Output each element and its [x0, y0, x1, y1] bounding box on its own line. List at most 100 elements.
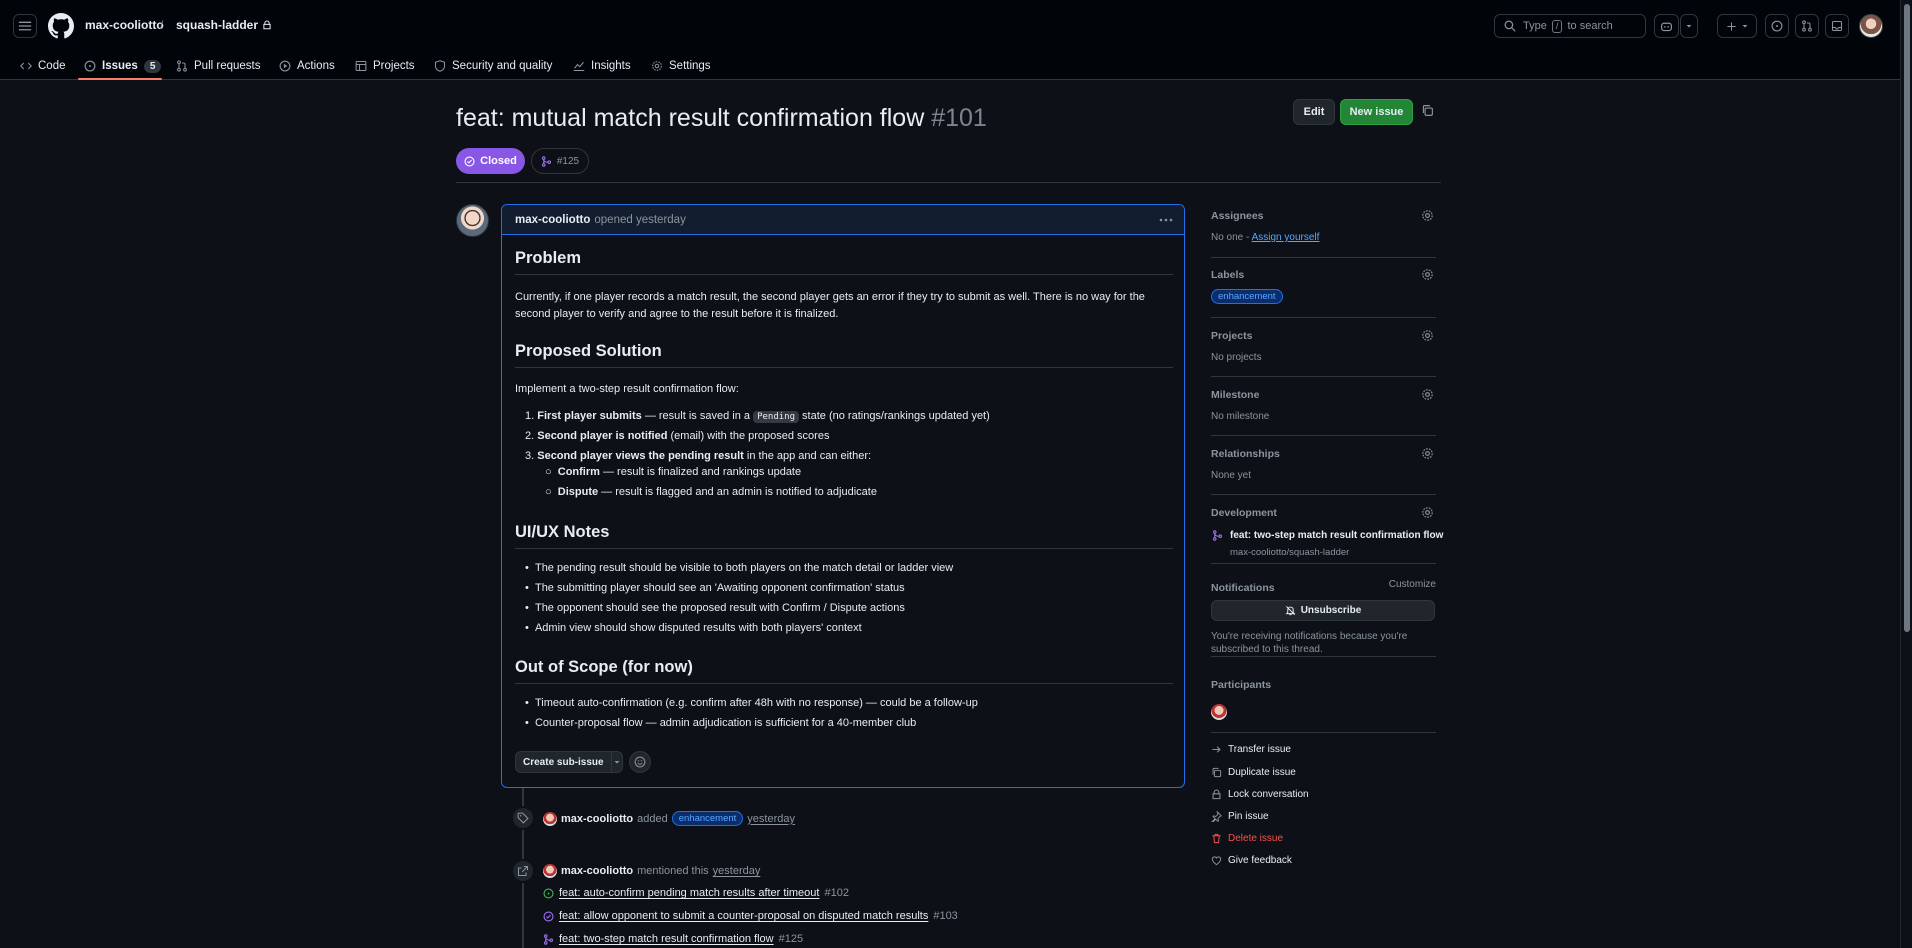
event-user[interactable]: max-cooliotto: [561, 865, 633, 877]
breadcrumb-repo[interactable]: squash-ladder: [176, 18, 272, 32]
copilot-menu-button[interactable]: [1680, 14, 1698, 38]
label-pill[interactable]: enhancement: [1211, 289, 1283, 304]
event-time[interactable]: yesterday: [747, 813, 795, 825]
new-issue-button[interactable]: New issue: [1340, 99, 1413, 125]
trash-icon: [1212, 833, 1221, 844]
menu-button[interactable]: [13, 14, 37, 38]
tab-actions[interactable]: Actions: [279, 52, 335, 80]
event-user[interactable]: max-cooliotto: [561, 813, 633, 825]
list-item-step-2: 2. Second player is notified (email) wit…: [525, 430, 830, 442]
sidebar-labels: Labels enhancement: [1211, 266, 1436, 318]
edit-button[interactable]: Edit: [1293, 99, 1335, 125]
avatar[interactable]: [543, 864, 557, 878]
author-avatar[interactable]: [456, 204, 489, 237]
list-item-step-1: 1. First player submits — result is save…: [525, 410, 990, 423]
git-merge-icon: [543, 933, 554, 945]
sidebar-participants: Participants: [1211, 666, 1436, 733]
development-pr-repo: max-cooliotto/squash-ladder: [1230, 547, 1350, 558]
tab-security[interactable]: Security and quality: [434, 52, 552, 80]
tab-issues-label: Issues: [102, 60, 138, 72]
tag-icon: [517, 812, 529, 824]
cross-reference-icon: [517, 865, 529, 877]
customize-link[interactable]: Customize: [1389, 579, 1436, 590]
git-merge-icon: [1212, 530, 1223, 541]
tab-projects[interactable]: Projects: [355, 52, 415, 80]
referenced-issue-102[interactable]: feat: auto-confirm pending match results…: [543, 887, 849, 899]
inbox-button[interactable]: [1825, 14, 1849, 38]
tab-insights-label: Insights: [591, 60, 631, 72]
scrollbar-thumb[interactable]: [1904, 4, 1910, 632]
timeline-mention-event: max-cooliotto mentioned this yesterday: [543, 864, 760, 878]
github-logo-icon[interactable]: [48, 13, 74, 39]
tab-pull-requests-label: Pull requests: [194, 60, 261, 72]
avatar[interactable]: [543, 811, 557, 826]
copilot-button[interactable]: [1654, 14, 1679, 38]
event-time[interactable]: yesterday: [713, 865, 761, 877]
search-input[interactable]: Type / to search: [1494, 14, 1646, 38]
issue-title-text: feat: mutual match result confirmation f…: [456, 104, 925, 132]
referenced-pr-125[interactable]: feat: two-step match result confirmation…: [543, 933, 803, 945]
sidebar-title: Milestone: [1211, 389, 1260, 401]
tab-settings-label: Settings: [669, 60, 711, 72]
copy-icon: [1212, 767, 1222, 778]
git-pull-request-icon: [1802, 20, 1812, 32]
transfer-issue-button[interactable]: Transfer issue: [1211, 744, 1291, 755]
participant-avatar[interactable]: [1211, 704, 1227, 720]
comment-author[interactable]: max-cooliotto: [515, 214, 590, 226]
sidebar-value: No one - Assign yourself: [1211, 232, 1320, 243]
gear-icon[interactable]: [1421, 447, 1434, 460]
sidebar-value: None yet: [1211, 470, 1252, 481]
sidebar-development: Development feat: two-step match result …: [1211, 504, 1443, 564]
action-label: Lock conversation: [1228, 789, 1309, 800]
assign-yourself-link[interactable]: Assign yourself: [1252, 232, 1320, 243]
sidebar-title: Development: [1211, 507, 1277, 519]
development-pr-link[interactable]: feat: two-step match result confirmation…: [1230, 530, 1443, 541]
add-reaction-button[interactable]: [629, 751, 651, 773]
create-sub-issue-button[interactable]: Create sub-issue: [515, 751, 623, 773]
search-icon: [1504, 20, 1516, 32]
tab-settings[interactable]: Settings: [651, 52, 711, 80]
pull-requests-button[interactable]: [1795, 14, 1819, 38]
referenced-issue-103[interactable]: feat: allow opponent to submit a counter…: [543, 910, 958, 922]
user-avatar[interactable]: [1859, 14, 1883, 38]
page-scrollbar[interactable]: [1900, 0, 1912, 948]
gear-icon[interactable]: [1421, 388, 1434, 401]
tab-actions-label: Actions: [297, 60, 335, 72]
issues-button[interactable]: [1765, 14, 1789, 38]
issue-state-label: Closed: [480, 155, 517, 167]
comment-options-button[interactable]: [1158, 212, 1174, 228]
tab-issues[interactable]: Issues 5: [84, 52, 162, 80]
gear-icon[interactable]: [1421, 329, 1434, 342]
issue-body-comment: max-cooliotto opened yesterday Problem C…: [501, 204, 1185, 788]
lock-icon: [263, 20, 271, 30]
gear-icon[interactable]: [1421, 268, 1434, 281]
tab-insights[interactable]: Insights: [573, 52, 631, 80]
search-placeholder-type: Type: [1523, 20, 1547, 32]
ref-title: feat: auto-confirm pending match results…: [559, 887, 820, 899]
chevron-down-icon: [614, 761, 620, 764]
sub-issue-menu-toggle[interactable]: [612, 758, 622, 766]
lock-conversation-button[interactable]: Lock conversation: [1211, 789, 1309, 800]
sidebar-value: No projects: [1211, 352, 1262, 363]
linked-pr-badge[interactable]: #125: [531, 148, 589, 174]
issue-opened-icon: [1771, 20, 1783, 32]
copy-link-button[interactable]: [1421, 104, 1434, 117]
pin-icon: [1211, 811, 1222, 822]
action-label: Duplicate issue: [1228, 767, 1296, 778]
breadcrumb-owner[interactable]: max-cooliotto: [85, 18, 164, 32]
create-new-button[interactable]: [1717, 14, 1757, 38]
gear-icon[interactable]: [1421, 506, 1434, 519]
sidebar-title: Participants: [1211, 679, 1272, 691]
gear-icon[interactable]: [1421, 209, 1434, 222]
tab-pull-requests[interactable]: Pull requests: [176, 52, 260, 80]
label-pill[interactable]: enhancement: [671, 811, 744, 826]
tab-code[interactable]: Code: [20, 52, 66, 80]
unsubscribe-button[interactable]: Unsubscribe: [1211, 600, 1435, 621]
issue-closed-icon: [464, 155, 475, 167]
repo-nav: Code Issues 5 Pull requests Actions Proj…: [0, 52, 1900, 80]
pin-issue-button[interactable]: Pin issue: [1211, 811, 1269, 822]
give-feedback-button[interactable]: Give feedback: [1211, 855, 1292, 866]
action-label: Give feedback: [1228, 855, 1292, 866]
delete-issue-button[interactable]: Delete issue: [1211, 833, 1283, 844]
duplicate-issue-button[interactable]: Duplicate issue: [1211, 767, 1296, 778]
